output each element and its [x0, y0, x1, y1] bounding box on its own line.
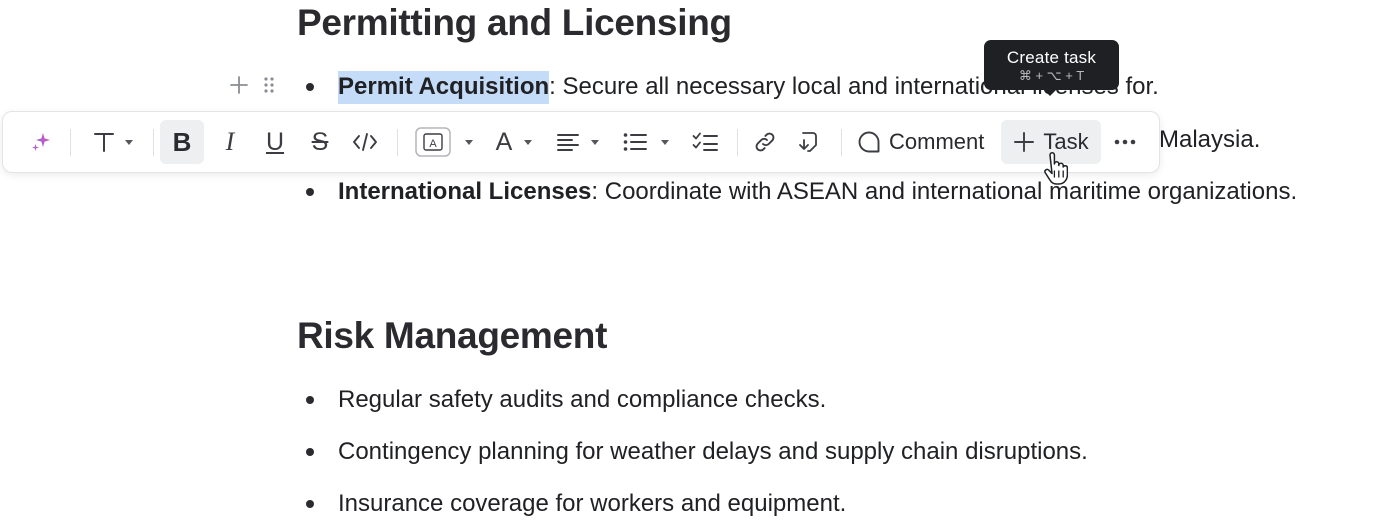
code-button[interactable]: [345, 120, 385, 164]
list-item-text: Regular safety audits and compliance che…: [338, 386, 827, 413]
underline-icon: U: [265, 127, 285, 156]
italic-icon: I: [225, 127, 235, 156]
bold-icon: B: [172, 126, 192, 157]
text-box-icon: A: [415, 127, 451, 157]
bold-button[interactable]: B: [160, 120, 204, 164]
selected-text[interactable]: Permit Acquisition: [338, 70, 550, 104]
chevron-down-icon: [524, 139, 533, 145]
more-button[interactable]: [1106, 120, 1144, 164]
code-icon: [353, 133, 377, 151]
formatting-toolbar: B I U S A A Comment Task: [2, 111, 1160, 173]
text-color-button[interactable]: A: [489, 120, 539, 164]
toolbar-separator: [841, 129, 842, 156]
list-item-text: Malaysia.: [1159, 126, 1261, 153]
list-item[interactable]: Contingency planning for weather delays …: [306, 435, 1088, 469]
checklist-icon: [692, 132, 718, 151]
align-button[interactable]: [553, 120, 603, 164]
toolbar-separator: [737, 129, 738, 156]
toolbar-separator: [397, 129, 398, 156]
bullet-dot: [306, 448, 314, 456]
align-left-icon: [557, 134, 579, 151]
chevron-down-icon: [591, 139, 599, 145]
comment-button[interactable]: Comment: [851, 120, 997, 164]
comment-label: Comment: [889, 129, 985, 154]
bullet-list-icon: [623, 133, 647, 151]
link-icon: [755, 132, 775, 152]
chevron-down-icon: [661, 139, 669, 145]
turn-into-button[interactable]: [789, 120, 829, 164]
chevron-down-icon: [125, 139, 133, 145]
checklist-button[interactable]: [685, 120, 725, 164]
chevron-down-icon: [465, 139, 473, 145]
tooltip-title: Create task: [1006, 48, 1097, 67]
text-color-icon: A: [495, 127, 513, 156]
list-item[interactable]: Regular safety audits and compliance che…: [306, 383, 826, 417]
tooltip-shortcut: ⌘ + ⌥ + T: [1018, 68, 1085, 83]
text-style-button[interactable]: [85, 120, 141, 164]
more-icon: [1114, 139, 1136, 145]
bullet-dot: [306, 83, 314, 91]
bulleted-list-button[interactable]: [619, 120, 673, 164]
list-item-text: Insurance coverage for workers and equip…: [338, 490, 847, 517]
comment-icon: [858, 131, 880, 153]
list-item[interactable]: International Licenses: Coordinate with …: [306, 175, 1297, 209]
bullet-dot: [306, 188, 314, 196]
text-t-icon: [94, 133, 114, 152]
create-task-tooltip: Create task ⌘ + ⌥ + T: [984, 40, 1119, 96]
strikethrough-icon: S: [311, 127, 329, 156]
toolbar-separator: [70, 129, 71, 156]
toolbar-separator: [153, 129, 154, 156]
svg-text:A: A: [429, 138, 437, 150]
section-heading-risk: Risk Management: [297, 315, 608, 356]
list-item-text: Contingency planning for weather delays …: [338, 438, 1088, 465]
ai-assist-button[interactable]: [23, 120, 59, 164]
hand-pointer-icon: [1042, 152, 1069, 191]
plus-icon: [1014, 132, 1035, 152]
strikethrough-button[interactable]: S: [300, 120, 340, 164]
turn-into-icon: [799, 132, 817, 152]
underline-button[interactable]: U: [255, 120, 295, 164]
list-item[interactable]: Insurance coverage for workers and equip…: [306, 487, 846, 521]
section-heading-permitting: Permitting and Licensing: [297, 2, 732, 43]
add-block-icon[interactable]: [229, 75, 249, 100]
bullet-dot: [306, 500, 314, 508]
list-item-bold-text: International Licenses: [338, 178, 592, 205]
italic-button[interactable]: I: [210, 120, 250, 164]
sparkle-icon: [32, 133, 50, 151]
list-item[interactable]: Malaysia.: [1159, 123, 1260, 157]
highlight-button[interactable]: A: [411, 120, 477, 164]
document-page: Permitting and Licensing Permit Acquisit…: [0, 0, 1400, 529]
bullet-dot: [306, 396, 314, 404]
list-item-text: : Coordinate with ASEAN and internationa…: [591, 178, 1298, 205]
link-button[interactable]: [745, 120, 785, 164]
block-controls: [229, 71, 275, 103]
drag-handle-icon[interactable]: [263, 75, 275, 100]
